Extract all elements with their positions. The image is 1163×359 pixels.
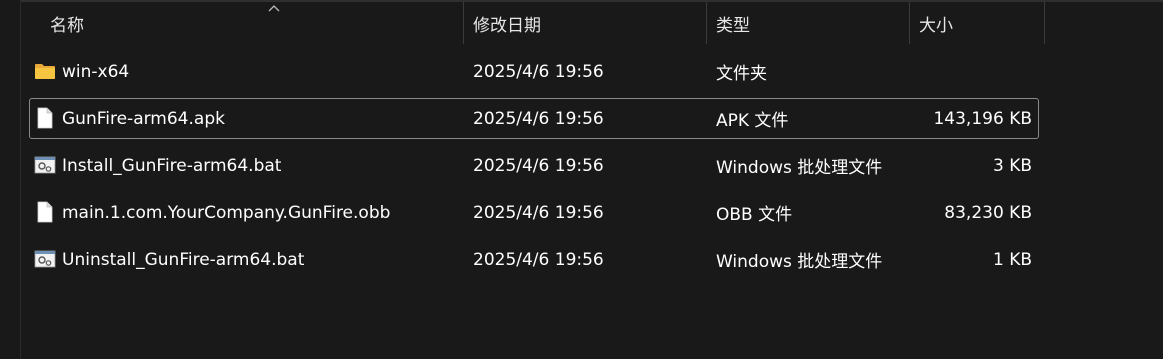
file-row[interactable]: Install_GunFire-arm64.bat 2025/4/6 19:56… <box>29 145 1039 186</box>
pane-left-border <box>20 0 21 359</box>
folder-icon <box>35 64 55 79</box>
file-size: 3 KB <box>992 155 1032 176</box>
file-type: OBB 文件 <box>716 205 793 225</box>
file-size: 143,196 KB <box>933 108 1032 129</box>
column-header-date[interactable]: 修改日期 <box>463 2 706 44</box>
column-resize-handle-size[interactable] <box>1044 2 1045 44</box>
file-name: main.1.com.YourCompany.GunFire.obb <box>62 202 391 223</box>
file-date: 2025/4/6 19:56 <box>473 61 604 82</box>
column-header-size[interactable]: 大小 <box>909 2 1045 44</box>
column-header-type[interactable]: 类型 <box>706 2 909 44</box>
batch-file-icon <box>34 250 56 268</box>
file-type: Windows 批处理文件 <box>716 158 883 178</box>
file-icon <box>37 107 53 129</box>
file-row[interactable]: win-x64 2025/4/6 19:56 文件夹 <box>29 51 1039 92</box>
file-name: Uninstall_GunFire-arm64.bat <box>62 249 305 270</box>
file-type: Windows 批处理文件 <box>716 252 883 272</box>
file-size: 1 KB <box>992 249 1032 270</box>
file-row[interactable]: Uninstall_GunFire-arm64.bat 2025/4/6 19:… <box>29 239 1039 280</box>
column-header-row: 名称 修改日期 类型 大小 <box>21 2 1163 44</box>
file-icon <box>37 201 53 223</box>
file-row-selected[interactable]: GunFire-arm64.apk 2025/4/6 19:56 APK 文件 … <box>29 98 1039 139</box>
file-row[interactable]: main.1.com.YourCompany.GunFire.obb 2025/… <box>29 192 1039 233</box>
file-name: win-x64 <box>62 61 130 82</box>
file-date: 2025/4/6 19:56 <box>473 202 604 223</box>
file-list-pane: 名称 修改日期 类型 大小 win-x64 2025/4/6 19:56 文件夹 <box>0 0 1163 359</box>
file-date: 2025/4/6 19:56 <box>473 249 604 270</box>
file-type: APK 文件 <box>716 111 789 131</box>
file-name: Install_GunFire-arm64.bat <box>62 155 282 176</box>
file-size <box>912 52 1032 91</box>
file-date: 2025/4/6 19:56 <box>473 155 604 176</box>
file-type: 文件夹 <box>716 64 767 84</box>
file-size: 83,230 KB <box>944 202 1032 223</box>
file-name: GunFire-arm64.apk <box>62 108 225 129</box>
column-header-name[interactable]: 名称 <box>40 2 462 44</box>
file-date: 2025/4/6 19:56 <box>473 108 604 129</box>
batch-file-icon <box>34 156 56 174</box>
